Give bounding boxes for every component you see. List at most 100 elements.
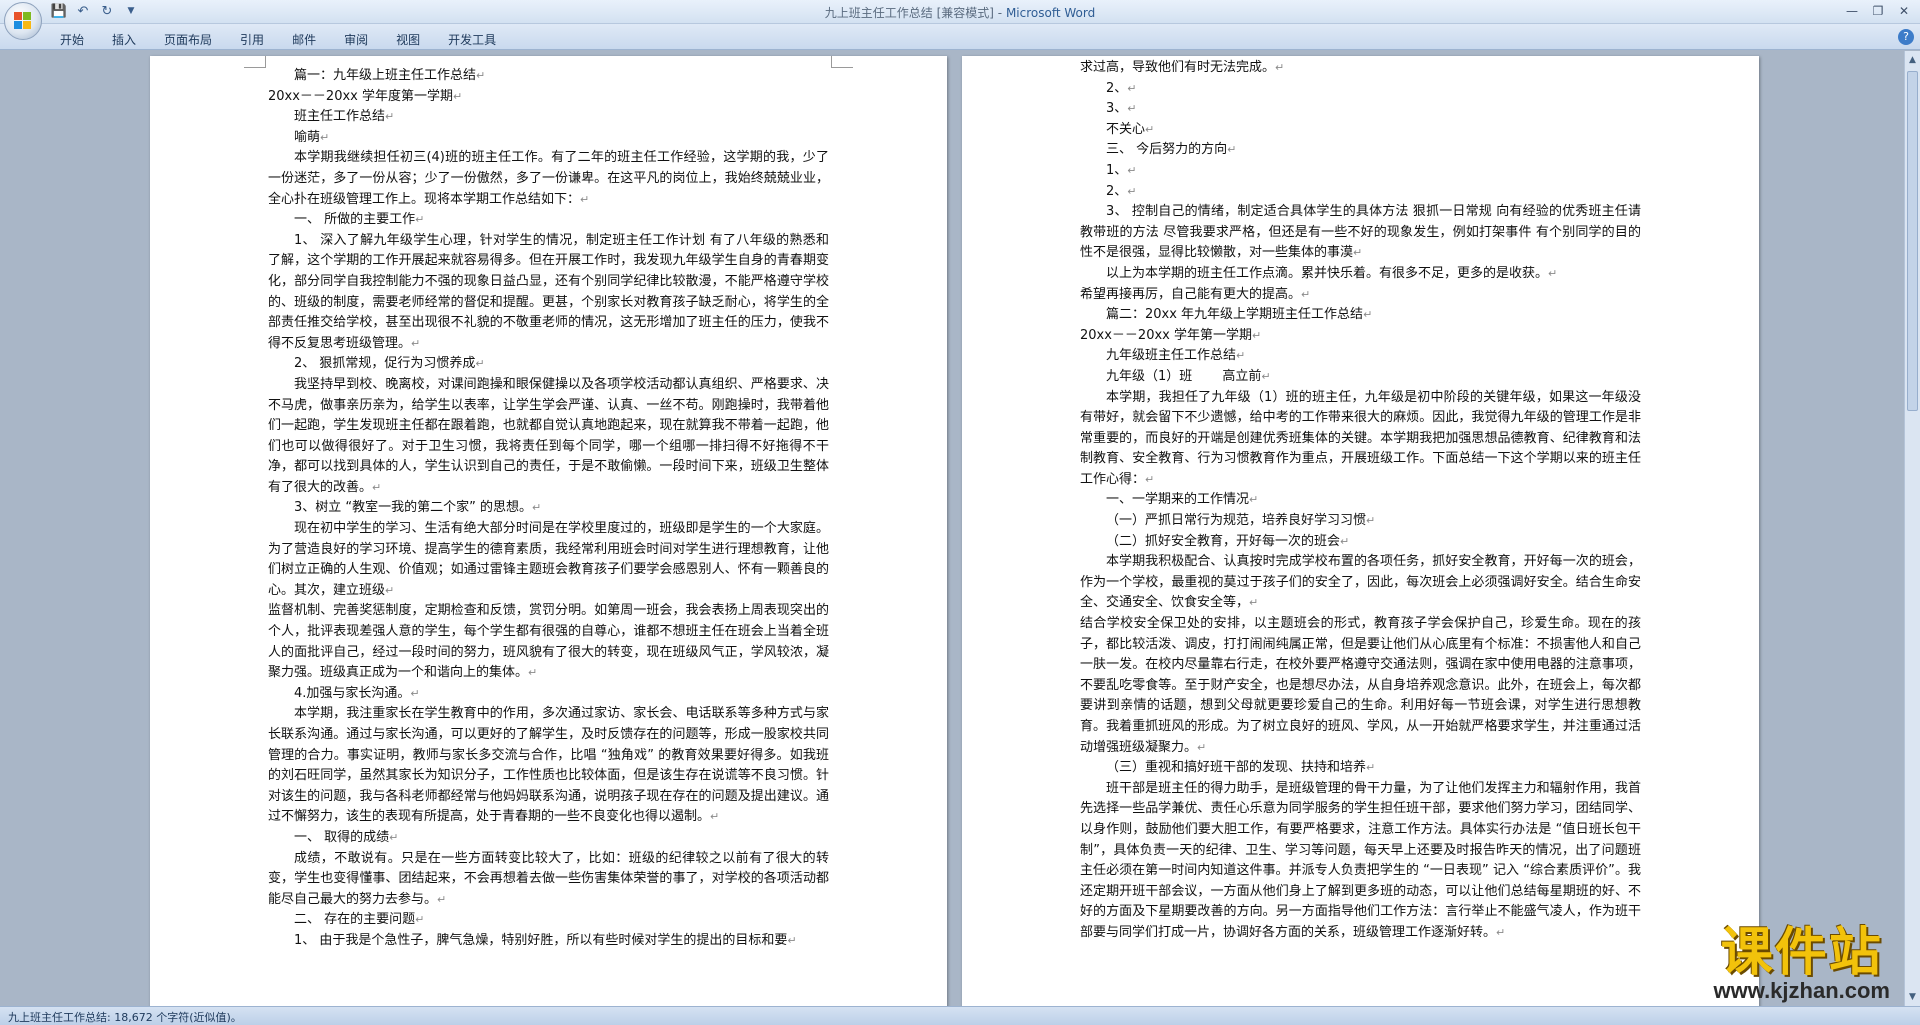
paragraph-mark-icon: ↵ bbox=[1249, 493, 1259, 507]
document-page-right[interactable]: 求过高，导致他们有时无法完成。↵ 2、↵ 3、↵ 不关心↵ 三、 今后努力的方向↵ 1、↵… bbox=[962, 56, 1759, 1006]
paragraph-text: 以上为本学期的班主任工作点滴。累并快乐着。有很多不足，更多的是收获。 bbox=[1106, 265, 1549, 281]
paragraph-text: 1、 bbox=[1106, 162, 1128, 178]
paragraph-text: 1、 深入了解九年级学生心理，针对学生的情况，制定班主任工作计划 有了八年级的熟… bbox=[268, 232, 829, 351]
paragraph: 篇一：九年级上班主任工作总结↵ bbox=[268, 66, 829, 87]
crop-mark bbox=[244, 56, 266, 68]
paragraph-text: 2、 bbox=[1106, 183, 1128, 199]
scroll-up-icon[interactable]: ▲ bbox=[1907, 53, 1918, 67]
paragraph-text: 九年级班主任工作总结 bbox=[1106, 348, 1237, 364]
paragraph-text: 三、 今后努力的方向 bbox=[1106, 142, 1228, 158]
tab-page-layout[interactable]: 页面布局 bbox=[152, 29, 224, 50]
minimize-icon[interactable]: — bbox=[1840, 2, 1864, 20]
office-button[interactable] bbox=[4, 2, 42, 40]
paragraph-mark-icon: ↵ bbox=[1227, 143, 1237, 157]
paragraph-mark-icon: ↵ bbox=[532, 501, 542, 515]
scrollbar-thumb[interactable] bbox=[1907, 71, 1918, 411]
app-name: Microsoft Word bbox=[1005, 6, 1096, 20]
paragraph-mark-icon: ↵ bbox=[1127, 81, 1137, 95]
paragraph-mark-icon: ↵ bbox=[1261, 369, 1271, 383]
paragraph-mark-icon: ↵ bbox=[1145, 122, 1155, 136]
paragraph-mark-icon: ↵ bbox=[1145, 472, 1155, 486]
paragraph: 不关心↵ bbox=[1080, 120, 1641, 141]
tab-view[interactable]: 视图 bbox=[384, 29, 432, 50]
paragraph: 3、树立 “教室一我的第二个家” 的思想。↵ bbox=[268, 498, 829, 519]
paragraph-text: 本学期，我担任了九年级（1）班的班主任，九年级是初中阶段的关键年级，如果这一年级… bbox=[1080, 389, 1641, 487]
tab-mailings[interactable]: 邮件 bbox=[280, 29, 328, 50]
vertical-scrollbar[interactable]: ▲ ▼ bbox=[1904, 51, 1920, 1006]
paragraph: 20xx－－20xx 学年第一学期↵ bbox=[1080, 326, 1641, 347]
paragraph-text: 本学期，我注重家长在学生教育中的作用，多次通过家访、家长会、电话联系等多种方式与… bbox=[268, 706, 829, 825]
paragraph-text: 班主任工作总结 bbox=[294, 109, 386, 125]
restore-icon[interactable]: ❐ bbox=[1866, 2, 1890, 20]
paragraph: 一、一学期来的工作情况↵ bbox=[1080, 490, 1641, 511]
status-text[interactable]: 九上班主任工作总结: 18,672 个字符(近似值)。 bbox=[8, 1009, 242, 1025]
paragraph-mark-icon: ↵ bbox=[415, 913, 425, 927]
paragraph: 二、 存在的主要问题↵ bbox=[268, 910, 829, 931]
paragraph: 希望再接再厉，自己能有更大的提高。↵ bbox=[1080, 285, 1641, 306]
paragraph-mark-icon: ↵ bbox=[1548, 266, 1558, 280]
paragraph-text: 20xx－－20xx 学年度第一学期 bbox=[268, 88, 453, 104]
tab-review[interactable]: 审阅 bbox=[332, 29, 380, 50]
paragraph-mark-icon: ↵ bbox=[1366, 514, 1376, 528]
title-bar: 💾 ↶ ↻ ▼ 九上班主任工作总结 [兼容模式] - Microsoft Wor… bbox=[0, 0, 1920, 24]
paragraph-mark-icon: ↵ bbox=[1252, 328, 1262, 342]
paragraph-text: 一、 取得的成绩 bbox=[294, 829, 390, 845]
paragraph-mark-icon: ↵ bbox=[1127, 102, 1137, 116]
paragraph-text: 一、 所做的主要工作 bbox=[294, 212, 416, 228]
paragraph-mark-icon: ↵ bbox=[1301, 287, 1311, 301]
paragraph-text: 20xx－－20xx 学年第一学期 bbox=[1080, 327, 1252, 343]
paragraph-text: 监督机制、完善奖惩制度，定期检查和反馈，赏罚分明。如第周一班会，我会表扬上周表现… bbox=[268, 603, 829, 681]
paragraph-mark-icon: ↵ bbox=[1353, 246, 1363, 260]
paragraph: 3、 控制自己的情绪，制定适合具体学生的具体方法 狠抓一日常规 向有经验的优秀班… bbox=[1080, 202, 1641, 264]
paragraph-text: 二、 存在的主要问题 bbox=[294, 912, 416, 928]
tab-insert[interactable]: 插入 bbox=[100, 29, 148, 50]
paragraph-text: 篇二：20xx 年九年级上学期班主任工作总结 bbox=[1106, 307, 1364, 323]
close-icon[interactable]: ✕ bbox=[1892, 2, 1916, 20]
paragraph-text: 喻萌 bbox=[294, 129, 321, 145]
help-icon[interactable]: ? bbox=[1898, 29, 1914, 45]
paragraph: 九年级（1）班 高立前↵ bbox=[1080, 367, 1641, 388]
window-controls: — ❐ ✕ bbox=[1840, 2, 1916, 20]
watermark-logo: 课件站 www.kjzhan.com bbox=[1714, 926, 1890, 1002]
paragraph-mark-icon: ↵ bbox=[580, 192, 590, 206]
paragraph-text: （二）抓好安全教育，开好每一次的班会 bbox=[1106, 533, 1341, 549]
paragraph: 3、↵ bbox=[1080, 99, 1641, 120]
paragraph-mark-icon: ↵ bbox=[710, 810, 720, 824]
paragraph-text: 一、一学期来的工作情况 bbox=[1106, 492, 1250, 508]
paragraph: 本学期我积极配合、认真按时完成学校布置的各项任务，抓好安全教育，开好每一次的班会… bbox=[1080, 552, 1641, 614]
paragraph: 监督机制、完善奖惩制度，定期检查和反馈，赏罚分明。如第周一班会，我会表扬上周表现… bbox=[268, 601, 829, 683]
paragraph-mark-icon: ↵ bbox=[389, 830, 399, 844]
paragraph-mark-icon: ↵ bbox=[475, 357, 485, 371]
paragraph: 现在初中学生的学习、生活有绝大部分时间是在学校里度过的，班级即是学生的一个大家庭… bbox=[268, 519, 829, 601]
tab-home[interactable]: 开始 bbox=[48, 29, 96, 50]
paragraph-text: 篇一：九年级上班主任工作总结 bbox=[294, 68, 477, 83]
scroll-down-icon[interactable]: ▼ bbox=[1907, 990, 1918, 1004]
paragraph-text: 不关心 bbox=[1106, 121, 1146, 137]
paragraph-text: 4.加强与家长沟通。 bbox=[294, 685, 411, 701]
paragraph-mark-icon: ↵ bbox=[1249, 596, 1259, 610]
paragraph: 篇二：20xx 年九年级上学期班主任工作总结↵ bbox=[1080, 305, 1641, 326]
paragraph-text: 结合学校安全保卫处的安排，以主题班会的形式，教育孩子学会保护自己，珍爱生命。现在… bbox=[1080, 616, 1641, 755]
paragraph: （一）严抓日常行为规范，培养良好学习习惯↵ bbox=[1080, 511, 1641, 532]
paragraph-mark-icon: ↵ bbox=[1496, 925, 1506, 939]
paragraph-mark-icon: ↵ bbox=[528, 666, 538, 680]
paragraph-mark-icon: ↵ bbox=[385, 583, 395, 597]
tab-references[interactable]: 引用 bbox=[228, 29, 276, 50]
document-area: 篇一：九年级上班主任工作总结↵ 20xx－－20xx 学年度第一学期↵ 班主任工作总… bbox=[0, 51, 1904, 1006]
tab-developer[interactable]: 开发工具 bbox=[436, 29, 508, 50]
paragraph-mark-icon: ↵ bbox=[453, 89, 463, 103]
paragraph-text: 2、 bbox=[1106, 80, 1128, 96]
document-title: 九上班主任工作总结 [兼容模式] bbox=[824, 6, 994, 20]
paragraph-text: 班干部是班主任的得力助手，是班级管理的骨干力量，为了让他们发挥主力和辐射作用，我… bbox=[1080, 780, 1641, 940]
paragraph-text: 3、 bbox=[1106, 101, 1128, 117]
document-page-left[interactable]: 篇一：九年级上班主任工作总结↵ 20xx－－20xx 学年度第一学期↵ 班主任工作总… bbox=[150, 56, 947, 1006]
paragraph: （二）抓好安全教育，开好每一次的班会↵ bbox=[1080, 532, 1641, 553]
paragraph: 成绩，不敢说有。只是在一些方面转变比较大了，比如：班级的纪律较之以前有了很大的转… bbox=[268, 849, 829, 911]
paragraph: 1、 深入了解九年级学生心理，针对学生的情况，制定班主任工作计划 有了八年级的熟… bbox=[268, 231, 829, 355]
watermark-url: www.kjzhan.com bbox=[1713, 978, 1890, 1003]
paragraph-text: 2、 狠抓常规，促行为习惯养成 bbox=[294, 356, 476, 372]
paragraph-mark-icon: ↵ bbox=[437, 892, 447, 906]
paragraph: 本学期我继续担任初三(4)班的班主任工作。有了二年的班主任工作经验，这学期的我，… bbox=[268, 148, 829, 210]
paragraph-mark-icon: ↵ bbox=[1363, 308, 1373, 322]
paragraph-text: 九年级（1）班 高立前 bbox=[1106, 368, 1262, 384]
